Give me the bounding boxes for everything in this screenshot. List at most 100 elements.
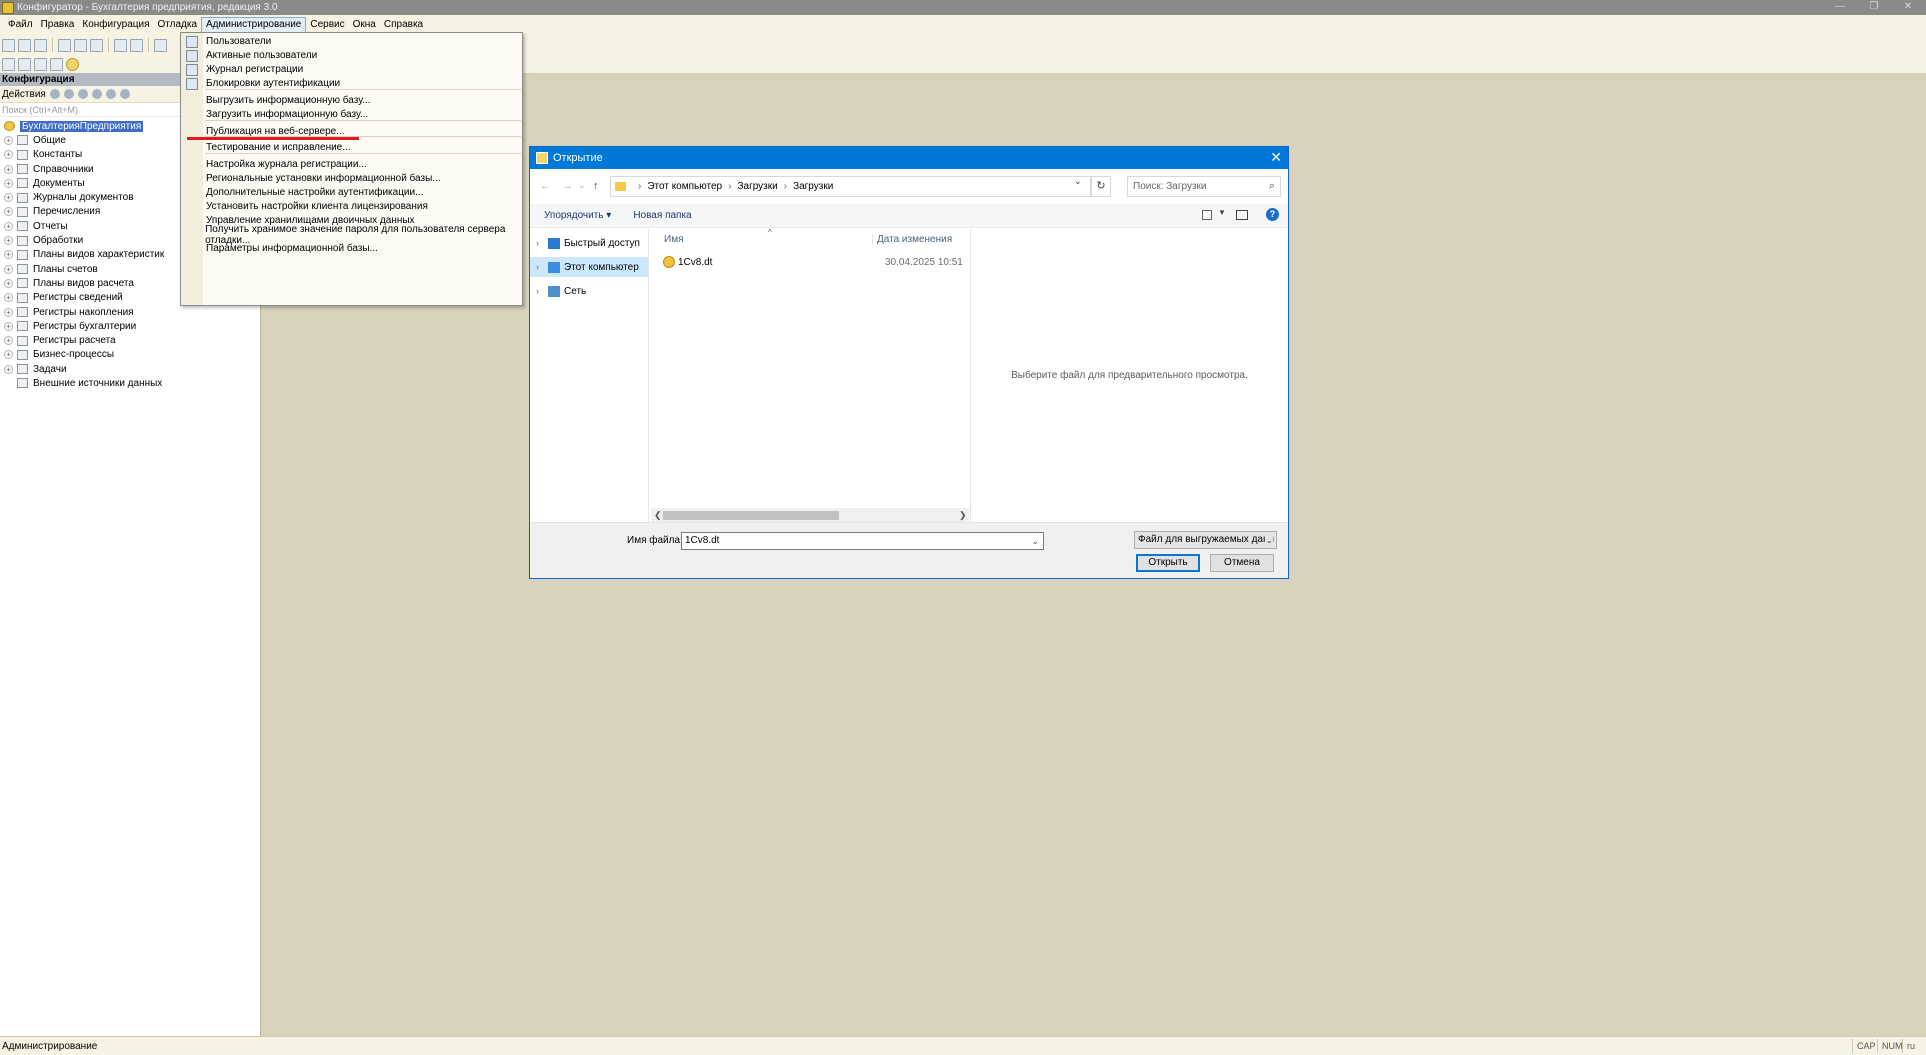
nav-item[interactable]: › Сеть [530,281,648,301]
paste-icon[interactable] [90,38,103,52]
close-window-icon[interactable]: ✕ [1891,0,1925,15]
expand-icon[interactable]: + [4,364,13,374]
address-dropdown-icon[interactable]: ⌄ [1074,176,1082,187]
breadcrumb-item[interactable]: Загрузки [793,181,833,192]
expand-icon[interactable]: + [4,164,13,174]
language-indicator[interactable]: ru ▾ [1902,1039,1926,1053]
cut-icon[interactable] [58,38,71,52]
expand-icon[interactable]: + [4,321,13,331]
admin-menu-item[interactable]: Параметры информационной базы... [181,240,522,257]
expand-icon[interactable]: + [4,350,13,360]
tree-item[interactable]: + Задачи [0,362,260,376]
menu-windows[interactable]: Окна [349,17,380,33]
metadata-object-icon [17,292,28,303]
search-input[interactable]: Поиск: Загрузки ⌕ [1127,176,1281,197]
tree-item[interactable]: Внешние источники данных [0,376,260,390]
open-icon[interactable] [18,38,31,52]
menu-edit[interactable]: Правка [37,17,79,33]
recent-locations-icon[interactable]: ⌄ [578,180,586,191]
address-bar[interactable]: › Этот компьютер › Загрузки › Загрузки [610,176,1091,197]
expand-icon[interactable]: + [4,207,13,217]
breadcrumb-separator: › [783,181,788,192]
chevron-down-icon[interactable]: ▼ [1218,208,1226,217]
up-folder-icon[interactable]: ↑ [593,180,599,192]
expand-icon[interactable]: + [4,264,13,274]
menu-administration[interactable]: Администрирование [201,17,307,33]
scroll-right-icon[interactable]: ❯ [959,508,967,522]
menu-debug[interactable]: Отладка [153,17,201,33]
organize-button[interactable]: Упорядочить ▾ [544,210,611,221]
copy-icon[interactable] [74,38,87,52]
help-icon[interactable]: ? [1266,208,1279,221]
open-button[interactable]: Открыть [1136,554,1200,572]
restore-icon[interactable]: ❐ [1857,0,1891,15]
tree-item-label: Обработки [33,235,84,247]
expand-icon[interactable]: + [4,307,13,317]
tree-item-label: Регистры бухгалтерии [33,320,137,332]
move-up-icon[interactable] [91,89,102,99]
expand-icon[interactable]: + [4,293,13,303]
tree-item[interactable]: + Регистры расчета [0,333,260,347]
forward-icon[interactable]: → [562,180,573,192]
horizontal-scrollbar[interactable]: ❮ ❯ [651,508,969,522]
save-icon[interactable] [34,38,47,52]
expand-icon[interactable]: + [4,236,13,246]
menu-service[interactable]: Сервис [306,17,348,33]
filename-input[interactable]: 1Cv8.dt ⌄ [681,532,1044,550]
expand-icon[interactable] [4,379,13,388]
chevron-right-icon[interactable]: › [536,238,546,248]
refresh-icon[interactable]: ↻ [1091,176,1111,197]
column-name[interactable]: Имя ^ [651,228,873,245]
scrollbar-thumb[interactable] [663,511,839,520]
print-icon[interactable] [114,38,127,52]
menu-separator [205,153,521,154]
run-debug-icon[interactable] [66,57,79,71]
preview-pane-icon[interactable] [1236,210,1248,220]
file-row[interactable]: 1Cv8.dt 30.04.2025 10:51 [651,252,969,272]
column-date[interactable]: Дата изменения [873,234,952,245]
new-folder-button[interactable]: Новая папка [633,210,691,221]
delete-icon[interactable] [77,89,88,99]
breadcrumb-item[interactable]: Этот компьютер [647,181,722,192]
new-icon[interactable] [2,38,15,52]
expand-icon[interactable]: + [4,336,13,346]
menu-file[interactable]: Файл [4,17,37,33]
chevron-right-icon[interactable]: › [536,262,546,272]
back-icon[interactable]: ← [540,180,551,192]
add-icon[interactable] [49,89,60,99]
expand-icon[interactable]: + [4,278,13,288]
expand-icon[interactable]: + [4,221,13,231]
config-open-icon[interactable] [2,57,15,71]
move-down-icon[interactable] [105,89,116,99]
expand-icon[interactable]: + [4,250,13,260]
tree-item[interactable]: + Регистры бухгалтерии [0,319,260,333]
view-options-icon[interactable] [1202,210,1212,220]
filter-icon[interactable] [119,89,130,99]
expand-icon[interactable]: + [4,178,13,188]
expand-icon[interactable]: + [4,193,13,203]
scroll-left-icon[interactable]: ❮ [654,508,662,522]
config-update-icon[interactable] [18,57,31,71]
nav-item[interactable]: › Быстрый доступ [530,233,648,253]
expand-icon[interactable]: + [4,150,13,160]
config-compare-icon[interactable] [34,57,47,71]
menu-help[interactable]: Справка [380,17,427,33]
empty-icon [186,243,198,255]
breadcrumb-item[interactable]: Загрузки [737,181,777,192]
chevron-down-icon[interactable]: ⌄ [1031,533,1039,549]
nav-item[interactable]: › Этот компьютер [530,257,648,277]
config-window-icon[interactable] [50,57,63,71]
menu-configuration[interactable]: Конфигурация [78,17,153,33]
tree-item[interactable]: + Бизнес-процессы [0,348,260,362]
dialog-close-icon[interactable]: ✕ [1270,149,1282,166]
preview-icon[interactable] [130,38,143,52]
chevron-right-icon[interactable]: › [536,286,546,296]
cancel-button[interactable]: Отмена [1210,554,1274,572]
minimize-icon[interactable]: — [1823,0,1857,15]
undo-icon[interactable] [154,38,167,52]
expand-icon[interactable]: + [4,135,13,145]
actions-menu[interactable]: Действия [2,89,46,100]
file-type-select[interactable]: Файл для выгружаемых данн ⌄ [1134,531,1277,549]
tree-item[interactable]: + Регистры накопления [0,305,260,319]
edit-icon[interactable] [63,89,74,99]
